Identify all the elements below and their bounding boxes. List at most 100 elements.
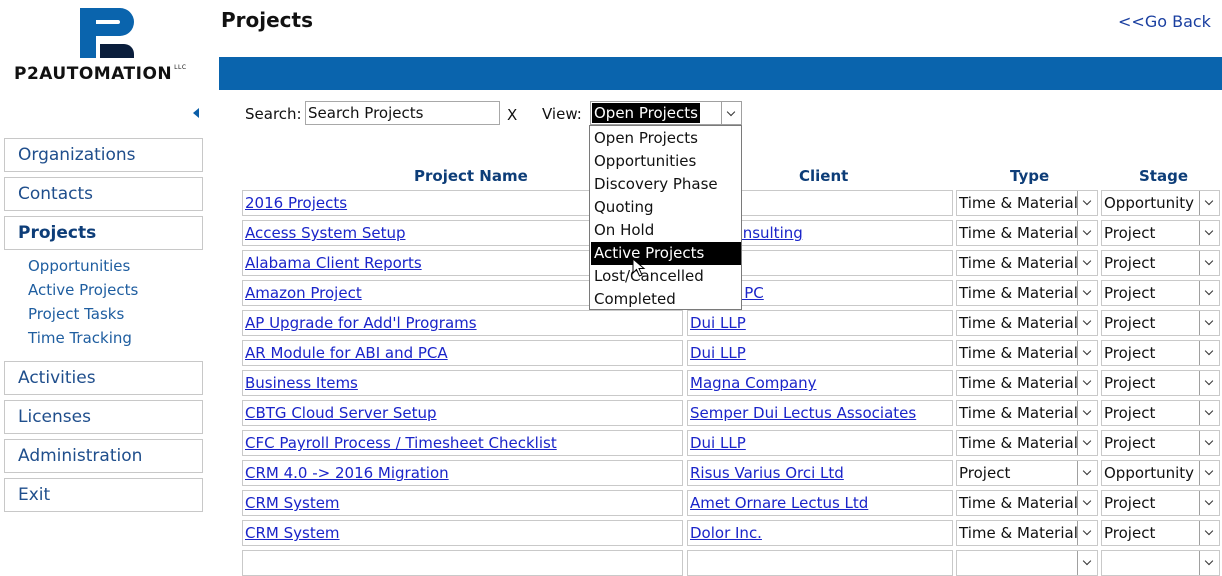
chevron-down-icon[interactable] [721,102,741,124]
project-name-link[interactable]: CRM 4.0 -> 2016 Migration [242,460,683,486]
type-select[interactable]: Time & Material [956,340,1098,366]
client-link[interactable]: Dui LLP [687,340,953,366]
sidebar-item-organizations[interactable]: Organizations [4,138,203,172]
stage-select[interactable]: Project [1101,520,1220,546]
chevron-down-icon[interactable] [1199,191,1219,215]
chevron-down-icon[interactable] [1077,431,1097,455]
sidebar-item-licenses[interactable]: Licenses [4,400,203,434]
stage-select[interactable]: Project [1101,370,1220,396]
chevron-down-icon[interactable] [1077,341,1097,365]
column-header-client[interactable]: Client [799,167,848,185]
chevron-down-icon[interactable] [1077,491,1097,515]
clear-search-button[interactable]: X [507,106,517,124]
stage-select[interactable]: Project [1101,220,1220,246]
client-link[interactable]: Dolor Inc. [687,520,953,546]
type-select[interactable]: Time & Material [956,430,1098,456]
chevron-down-icon[interactable] [1077,371,1097,395]
project-name-link[interactable]: CFC Payroll Process / Timesheet Checklis… [242,430,683,456]
view-option[interactable]: Completed [591,288,741,311]
chevron-down-icon[interactable] [1199,551,1219,575]
chevron-down-icon[interactable] [1199,251,1219,275]
stage-select[interactable]: Opportunity [1101,460,1220,486]
type-select[interactable]: Project [956,460,1098,486]
view-option[interactable]: Open Projects [591,127,741,150]
client-link[interactable]: Amet Ornare Lectus Ltd [687,490,953,516]
client-link[interactable]: Dui LLP [687,430,953,456]
stage-select[interactable]: Project [1101,430,1220,456]
chevron-down-icon[interactable] [1199,371,1219,395]
chevron-down-icon[interactable] [1199,221,1219,245]
view-option[interactable]: Lost/Cancelled [591,265,741,288]
chevron-down-icon[interactable] [1077,311,1097,335]
column-header-type[interactable]: Type [1010,167,1049,185]
chevron-down-icon[interactable] [1077,401,1097,425]
go-back-link[interactable]: <<Go Back [1118,12,1211,31]
client-link[interactable]: Semper Dui Lectus Associates [687,400,953,426]
chevron-down-icon[interactable] [1199,491,1219,515]
sidebar-subitem-opportunities[interactable]: Opportunities [28,257,130,275]
view-option[interactable]: Quoting [591,196,741,219]
project-name-link[interactable]: AP Upgrade for Add'l Programs [242,310,683,336]
sidebar-item-administration[interactable]: Administration [4,439,203,473]
project-name-link[interactable]: CRM System [242,520,683,546]
sidebar-item-contacts[interactable]: Contacts [4,177,203,211]
type-select[interactable]: Time & Material [956,190,1098,216]
project-name-link[interactable]: AR Module for ABI and PCA [242,340,683,366]
chevron-down-icon[interactable] [1077,551,1097,575]
chevron-down-icon[interactable] [1077,191,1097,215]
stage-select[interactable]: Project [1101,400,1220,426]
view-dropdown-list[interactable]: Open Projects Opportunities Discovery Phas… [589,125,742,310]
client-link[interactable]: Risus Varius Orci Ltd [687,460,953,486]
view-option[interactable]: On Hold [591,219,741,242]
stage-select[interactable]: Project [1101,280,1220,306]
chevron-down-icon[interactable] [1077,461,1097,485]
stage-select[interactable]: Opportunity [1101,190,1220,216]
view-option[interactable]: Discovery Phase [591,173,741,196]
type-select[interactable]: Time & Material [956,490,1098,516]
sidebar-item-projects[interactable]: Projects [4,216,203,250]
sidebar-subitem-project-tasks[interactable]: Project Tasks [28,305,124,323]
type-select[interactable]: Time & Material [956,220,1098,246]
chevron-down-icon[interactable] [1077,521,1097,545]
stage-select[interactable]: Project [1101,310,1220,336]
view-option[interactable]: Active Projects [591,242,741,265]
type-select[interactable]: Time & Material [956,250,1098,276]
project-name-link[interactable]: Business Items [242,370,683,396]
chevron-down-icon[interactable] [1077,221,1097,245]
type-select[interactable]: Time & Material [956,400,1098,426]
sidebar-subitem-time-tracking[interactable]: Time Tracking [28,329,132,347]
stage-select[interactable]: Project [1101,490,1220,516]
chevron-down-icon[interactable] [1199,341,1219,365]
chevron-down-icon[interactable] [1199,461,1219,485]
chevron-down-icon[interactable] [1077,281,1097,305]
chevron-down-icon[interactable] [1199,431,1219,455]
stage-select[interactable]: Project [1101,340,1220,366]
search-input[interactable] [305,101,500,125]
client-link[interactable]: Dui LLP [687,310,953,336]
client-link[interactable] [687,550,953,576]
type-select[interactable]: Time & Material [956,370,1098,396]
stage-select[interactable]: Project [1101,250,1220,276]
type-select[interactable]: Time & Material [956,280,1098,306]
sidebar-subitem-active-projects[interactable]: Active Projects [28,281,138,299]
sidebar-item-activities[interactable]: Activities [4,361,203,395]
column-header-project-name[interactable]: Project Name [414,167,528,185]
chevron-down-icon[interactable] [1199,521,1219,545]
chevron-down-icon[interactable] [1077,251,1097,275]
view-option[interactable]: Opportunities [591,150,741,173]
project-name-link[interactable]: CBTG Cloud Server Setup [242,400,683,426]
stage-select[interactable] [1101,550,1220,576]
chevron-down-icon[interactable] [1199,281,1219,305]
chevron-down-icon[interactable] [1199,401,1219,425]
project-name-link[interactable] [242,550,683,576]
client-link[interactable]: Magna Company [687,370,953,396]
chevron-down-icon[interactable] [1199,311,1219,335]
type-select[interactable] [956,550,1098,576]
view-select[interactable]: Open Projects [590,101,742,125]
collapse-sidebar-icon[interactable] [193,108,199,118]
sidebar-item-exit[interactable]: Exit [4,478,203,512]
project-name-link[interactable]: CRM System [242,490,683,516]
column-header-stage[interactable]: Stage [1139,167,1188,185]
type-select[interactable]: Time & Material [956,310,1098,336]
type-select[interactable]: Time & Material [956,520,1098,546]
